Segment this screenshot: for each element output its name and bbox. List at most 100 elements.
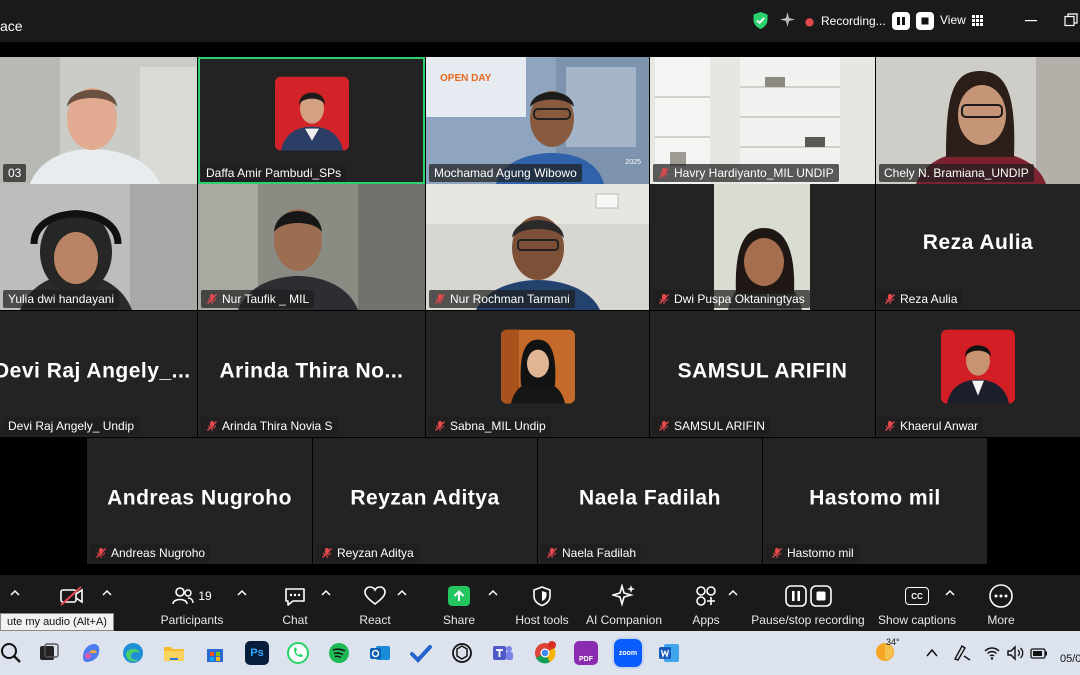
profile-photo [941, 329, 1015, 404]
participant-tile-active-speaker[interactable]: Daffa Amir Pambudi_SPs [198, 57, 425, 184]
participant-name: Hastomo mil [787, 546, 854, 560]
zoom-app-icon[interactable]: zoom [614, 639, 642, 667]
participant-nameplate: SAMSUL ARIFIN [653, 417, 770, 435]
weather-temperature: 34° [886, 637, 900, 647]
video-off-icon [60, 586, 83, 606]
battery-icon[interactable] [1030, 645, 1048, 661]
pause-recording-icon [784, 585, 807, 607]
participant-tile[interactable]: Naela Fadilah Naela Fadilah [538, 438, 762, 564]
participant-nameplate: Dwi Puspa Oktaningtyas [653, 290, 810, 308]
participant-tile[interactable]: Nur Taufik _ MIL [198, 184, 425, 310]
participant-tile[interactable]: Nur Rochman Tarmani [426, 184, 649, 310]
participant-tile[interactable]: Yulia dwi handayani [0, 184, 197, 310]
participant-nameplate: Hastomo mil [766, 544, 859, 562]
participant-tile[interactable]: Arinda Thira No... Arinda Thira Novia S [198, 311, 425, 437]
task-view-icon[interactable] [37, 641, 61, 665]
chatgpt-icon[interactable] [450, 641, 474, 665]
mic-muted-icon [659, 168, 669, 178]
participant-tile[interactable]: Khaerul Anwar [876, 311, 1080, 437]
profile-photo [500, 329, 575, 404]
wifi-icon[interactable] [984, 645, 1000, 661]
participant-tile[interactable]: 03 [0, 57, 197, 184]
pdf-app-icon[interactable]: PDF [574, 641, 598, 665]
chrome-icon[interactable] [533, 641, 557, 665]
more-label: More [987, 613, 1015, 627]
participant-tile[interactable]: Devi Raj Angely_... Devi Raj Angely_ Und… [0, 311, 197, 437]
more-dots-icon [989, 584, 1013, 608]
more-button[interactable]: More [946, 583, 1056, 627]
participant-nameplate: Daffa Amir Pambudi_SPs [201, 164, 347, 182]
host-shield-icon [533, 586, 551, 607]
mic-muted-icon [885, 294, 895, 304]
video-options-caret-icon[interactable] [102, 589, 112, 597]
pause-recording-button[interactable] [891, 12, 910, 30]
participant-nameplate: Reyzan Aditya [316, 544, 419, 562]
mute-audio-tooltip: ute my audio (Alt+A) [0, 613, 114, 631]
participant-name: Havry Hardiyanto_MIL UNDIP [674, 166, 834, 180]
todo-icon[interactable] [409, 641, 433, 665]
participant-nameplate: Nur Rochman Tarmani [429, 290, 575, 308]
spotify-icon[interactable] [327, 641, 351, 665]
participant-tile[interactable]: Sabna_MIL Undip [426, 311, 649, 437]
participant-tile[interactable]: Reza Aulia Reza Aulia [876, 184, 1080, 310]
mic-muted-icon [885, 421, 895, 431]
stop-recording-button[interactable] [915, 12, 934, 30]
restore-icon[interactable] [1064, 13, 1078, 27]
participant-tile[interactable]: Hastomo mil Hastomo mil [763, 438, 987, 564]
slide-headline: OPEN DAY [440, 73, 492, 84]
participant-tile[interactable]: Chely N. Bramiana_UNDIP [876, 57, 1080, 184]
tray-overflow-chevron-icon[interactable] [925, 646, 939, 660]
share-label: Share [442, 613, 476, 627]
view-button[interactable]: View [940, 13, 983, 27]
microsoft-store-icon[interactable] [203, 641, 227, 665]
participant-tile[interactable]: OPEN DAY 2025 Mochamad Agung Wibowo [426, 57, 649, 184]
outlook-icon[interactable] [368, 641, 392, 665]
teams-icon[interactable] [491, 641, 515, 665]
file-explorer-icon[interactable] [162, 641, 186, 665]
minimize-icon[interactable] [1024, 13, 1038, 27]
participant-display-name: Devi Raj Angely_... [0, 359, 191, 383]
participant-nameplate: Andreas Nugroho [90, 544, 211, 562]
apps-label: Apps [692, 613, 720, 627]
captions-icon-text: CC [911, 591, 923, 601]
participant-tile[interactable]: SAMSUL ARIFIN SAMSUL ARIFIN [650, 311, 875, 437]
photoshop-icon[interactable]: Ps [245, 641, 269, 665]
window-title: ace [0, 18, 23, 34]
participant-avatar [500, 329, 575, 404]
participant-nameplate: Arinda Thira Novia S [201, 417, 338, 435]
search-icon[interactable] [0, 641, 24, 665]
apps-caret-icon[interactable] [728, 589, 738, 597]
chat-label: Chat [282, 613, 308, 627]
share-screen-icon [448, 586, 470, 606]
apps-button[interactable]: Apps [651, 583, 761, 627]
view-label: View [940, 13, 966, 27]
ai-sparkle-icon[interactable] [779, 11, 796, 28]
participant-display-name: Naela Fadilah [579, 486, 721, 510]
speaker-volume-icon[interactable] [1006, 645, 1024, 661]
participant-tile[interactable]: Dwi Puspa Oktaningtyas [650, 184, 875, 310]
participant-nameplate: Mochamad Agung Wibowo [429, 164, 582, 182]
pause-icon [896, 17, 905, 25]
recording-control-label: Pause/stop recording [751, 613, 865, 627]
participant-nameplate: Naela Fadilah [541, 544, 642, 562]
pause-stop-recording-button[interactable]: Pause/stop recording [751, 583, 865, 627]
participant-tile[interactable]: Reyzan Aditya Reyzan Aditya [313, 438, 537, 564]
copilot-icon[interactable] [79, 641, 103, 665]
edge-browser-icon[interactable] [121, 641, 145, 665]
participant-tile[interactable]: Andreas Nugroho Andreas Nugroho [87, 438, 312, 564]
participants-button[interactable]: 19 Participants [137, 583, 247, 627]
mic-muted-icon [96, 548, 106, 558]
participant-tile[interactable]: Havry Hardiyanto_MIL UNDIP [650, 57, 875, 184]
word-icon[interactable] [657, 641, 681, 665]
recording-indicator: Recording... [804, 10, 934, 32]
participant-nameplate: Yulia dwi handayani [3, 290, 120, 308]
participant-name: Devi Raj Angely_ Undip [8, 419, 135, 433]
pen-input-icon[interactable] [952, 643, 972, 663]
mic-muted-icon [207, 421, 217, 431]
whatsapp-icon[interactable] [286, 641, 310, 665]
participant-name: Reza Aulia [900, 292, 958, 306]
captions-label: Show captions [877, 613, 957, 627]
encryption-shield-icon[interactable] [752, 11, 769, 30]
meeting-toolbar: 19 Participants Chat React Share Host to… [0, 575, 1080, 631]
mic-muted-icon [207, 294, 217, 304]
